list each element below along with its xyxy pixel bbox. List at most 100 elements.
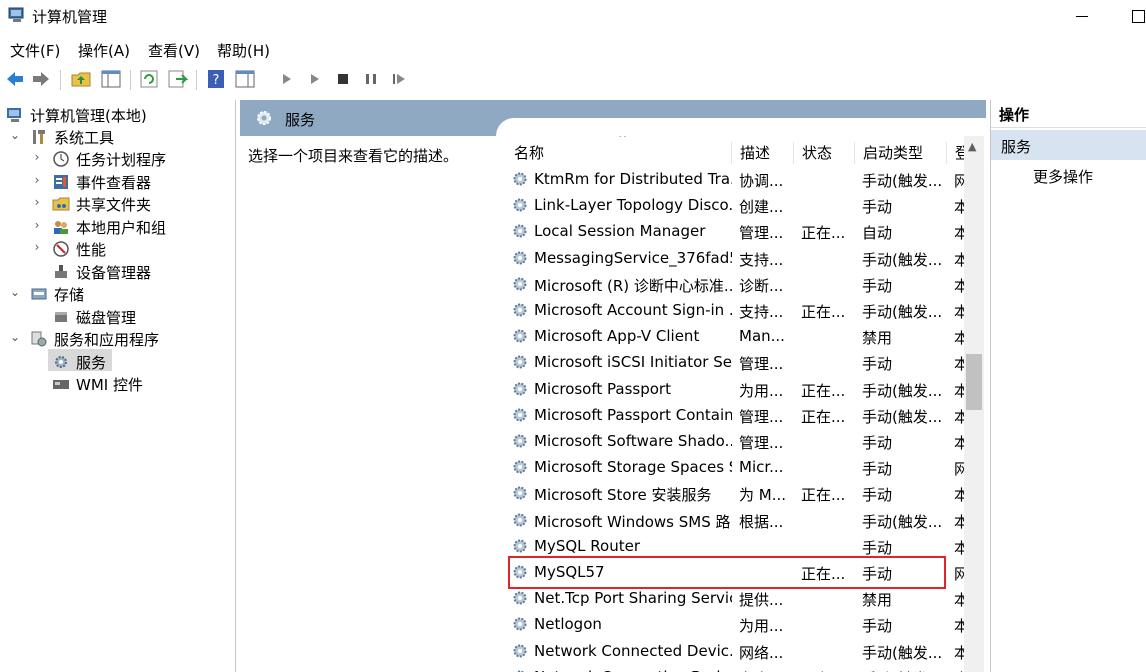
vertical-scrollbar[interactable]: ▲ [964,136,984,672]
service-row[interactable]: MySQL Router 手动本 [506,533,966,559]
service-startup-type: 手动(触发... [862,172,943,190]
back-arrow-icon[interactable] [4,68,26,90]
properties-icon[interactable] [234,68,256,90]
tree-item-label: 服务和应用程序 [54,331,160,349]
service-row[interactable]: Network Connected Devic... 网络... 手动(触发... 本 [506,638,966,664]
service-description: 管理... [739,407,784,426]
service-row[interactable]: Microsoft App-V Client Man... 禁用本 [506,323,966,349]
menu-file[interactable]: 文件(F) [10,40,60,61]
menu-view[interactable]: 查看(V) [148,40,200,61]
actions-title: 操作 [991,104,1146,128]
chevron-down-icon[interactable]: ⌄ [8,128,22,142]
gear-icon [513,329,527,343]
minimize-button[interactable] [1070,6,1094,26]
service-row[interactable]: Microsoft Passport 为用... 正在... 手动(触发... 本 [506,376,966,402]
chevron-down-icon[interactable]: ⌄ [8,285,22,299]
show-hide-tree-icon[interactable] [100,68,122,90]
service-row[interactable]: Local Session Manager 管理... 正在... 自动本 [506,218,966,244]
menu-action[interactable]: 操作(A) [78,40,130,61]
gear-icon [513,198,527,212]
description-text: 选择一个项目来查看它的描述。 [248,147,459,165]
up-folder-icon[interactable] [70,68,92,90]
pause-service-icon[interactable] [360,68,382,90]
service-row[interactable]: Microsoft Store 安装服务为 M... 正在... 手动本 [506,480,966,506]
chevron-down-icon[interactable]: ⌄ [8,330,22,344]
gear-icon [513,434,527,448]
column-header-status[interactable]: 状态 [794,142,855,164]
service-row[interactable]: Netlogon 为用... 手动本 [506,611,966,637]
service-row[interactable]: MessagingService_376fad5 支持... 手动(触发... 本 [506,245,966,271]
gear-icon [55,356,67,368]
chevron-right-icon[interactable]: › [30,218,44,232]
service-row[interactable]: Microsoft Passport Container 管理... 正在... 手动… [506,402,966,428]
service-name: Microsoft Windows SMS 路... [534,512,732,531]
start-service-alt-icon[interactable] [304,68,326,90]
service-row[interactable]: Microsoft iSCSI Initiator Ser... 管理... 手动本 [506,349,966,375]
service-row[interactable]: KtmRm for Distributed Tra... 协调... 手动(触发..… [506,166,966,192]
gear-icon [513,617,527,631]
chevron-right-icon[interactable]: › [30,195,44,209]
service-row[interactable]: Net.Tcp Port Sharing Service 提供... 禁用本 [506,585,966,611]
service-row[interactable]: Network Connection Broker 允许... 正在... 手动(触发… [506,664,966,672]
service-row[interactable]: Microsoft Storage Spaces S... Micr... 手动网 [506,454,966,480]
more-actions-link[interactable]: 更多操作 [1033,166,1093,187]
shared-folder-icon [52,197,70,211]
maximize-button[interactable] [1126,6,1146,26]
service-name: Microsoft Passport [534,379,671,398]
service-description: 网络... [739,643,784,662]
toolbar-separator [60,70,61,90]
column-header-startup-type[interactable]: 启动类型 [855,142,947,164]
service-startup-type: 手动(触发... [862,643,943,662]
service-description: 创建... [739,198,784,217]
service-description: Man... [739,327,785,346]
stop-service-icon[interactable] [332,68,354,90]
start-service-icon[interactable] [276,68,298,90]
chevron-right-icon[interactable]: › [30,150,44,164]
scrollbar-thumb[interactable] [966,354,982,410]
refresh-icon[interactable] [138,68,160,90]
tree-item-label: WMI 控件 [76,376,143,394]
scroll-up-arrow-icon[interactable]: ▲ [968,140,976,153]
gear-icon [515,670,525,672]
actions-pane: 操作 服务 更多操作 [990,100,1146,672]
storage-icon [31,288,47,300]
service-startup-type: 手动 [862,460,893,479]
column-header-description[interactable]: 描述 [732,142,794,164]
service-description: 为 M... [739,486,787,505]
service-name: Microsoft Passport Container [534,405,732,424]
service-startup-type: 手动(触发... [862,381,943,400]
service-startup-type: 手动 [862,538,893,557]
service-description: 支持... [739,250,784,269]
computer-management-icon [7,108,21,122]
chevron-right-icon[interactable]: › [30,173,44,187]
column-header-name[interactable]: 名称 [506,142,732,164]
service-row[interactable]: Microsoft Account Sign-in ... 支持... 正在... 手… [506,297,966,323]
service-row[interactable]: Microsoft Software Shado... 管理... 手动本 [506,428,966,454]
gear-icon [257,111,271,125]
forward-arrow-icon[interactable] [30,68,52,90]
actions-group-services[interactable]: 服务 [991,130,1146,160]
users-icon [54,221,68,234]
service-startup-type: 手动(触发... [862,668,950,672]
menu-help[interactable]: 帮助(H) [217,40,270,61]
service-status: 正在... [801,407,846,426]
export-list-icon[interactable] [166,68,188,90]
help-icon[interactable]: ? [205,68,227,90]
service-startup-type: 手动 [862,276,893,295]
service-row[interactable]: Microsoft Windows SMS 路... 根据... 手动(触发... 本 [506,507,966,533]
tools-icon [33,130,45,144]
chevron-right-icon[interactable]: › [30,240,44,254]
highlight-annotation [508,556,946,589]
tree-item-label: 计算机管理(本地) [30,107,147,125]
service-row[interactable]: Microsoft (R) 诊断中心标准... 诊断... 手动本 [506,271,966,297]
gear-icon [513,224,527,238]
window-title: 计算机管理 [32,8,108,26]
service-name: Local Session Manager [534,222,706,241]
tree-item-label: 事件查看器 [76,174,152,192]
service-startup-type: 手动 [862,198,893,217]
column-label: 名称 [514,144,545,162]
service-row[interactable]: Link-Layer Topology Disco... 创建... 手动本 [506,192,966,218]
resume-service-icon[interactable] [388,68,410,90]
services-list: ^ 名称 描述 状态 启动类型 登 KtmRm for Distributed … [506,136,986,672]
computer-management-icon [8,7,24,22]
